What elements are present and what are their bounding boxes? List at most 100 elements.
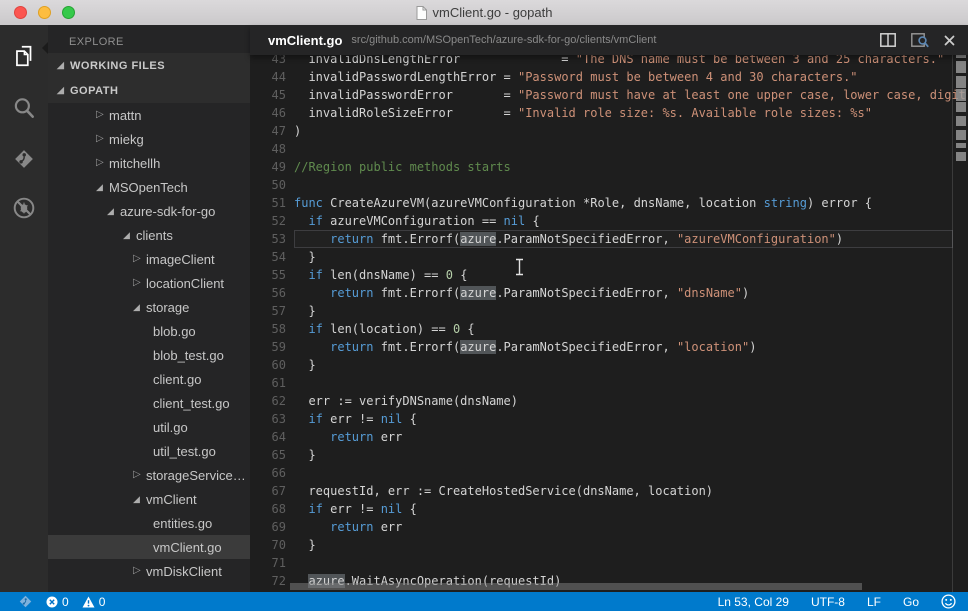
code-token: len(location) ==	[323, 322, 453, 336]
code-token: }	[294, 538, 316, 552]
code-line-56[interactable]: return fmt.Errorf(azure.ParamNotSpecifie…	[294, 284, 953, 302]
tree-item-label: vmClient	[146, 492, 197, 507]
eol-indicator[interactable]: LF	[867, 595, 881, 609]
tab-filename[interactable]: vmClient.go	[268, 33, 342, 48]
tree-item-client-test-go[interactable]: client_test.go	[48, 391, 250, 415]
overview-ruler[interactable]	[952, 55, 968, 592]
code-line-62[interactable]: err := verifyDNSname(dnsName)	[294, 392, 953, 410]
code-token: {	[402, 412, 416, 426]
code-line-64[interactable]: return err	[294, 428, 953, 446]
debug-icon[interactable]	[0, 188, 48, 228]
tree-item-storageservicecl[interactable]: ▷storageServiceCl…	[48, 463, 250, 487]
tree-item-entities-go[interactable]: entities.go	[48, 511, 250, 535]
code-token: }	[294, 358, 316, 372]
zoom-window-button[interactable]	[62, 6, 75, 19]
code-line-51[interactable]: func CreateAzureVM(azureVMConfiguration …	[294, 194, 953, 212]
tree-item-clients[interactable]: ◢clients	[48, 223, 250, 247]
tree-item-locationclient[interactable]: ▷locationClient	[48, 271, 250, 295]
git-branch-icon[interactable]	[18, 594, 33, 609]
minimize-window-button[interactable]	[38, 6, 51, 19]
tree-item-vmdiskclient[interactable]: ▷vmDiskClient	[48, 559, 250, 583]
tree-item-mattn[interactable]: ▷mattn	[48, 103, 250, 127]
document-icon	[416, 6, 427, 20]
tree-item-vmclient[interactable]: ◢vmClient	[48, 487, 250, 511]
horizontal-scrollbar-thumb[interactable]	[290, 583, 862, 590]
line-number: 54	[250, 248, 286, 266]
split-editor-icon[interactable]	[880, 33, 896, 47]
encoding-indicator[interactable]: UTF-8	[811, 595, 845, 609]
code-line-44[interactable]: invalidPasswordLengthError = "Password m…	[294, 68, 953, 86]
code-line-45[interactable]: invalidPasswordError = "Password must ha…	[294, 86, 953, 104]
code-token: "Password must have at least one upper c…	[518, 88, 968, 102]
line-number: 51	[250, 194, 286, 212]
code-token: 0	[446, 268, 453, 282]
expanded-twistie-icon: ◢	[57, 86, 70, 95]
feedback-smiley-icon[interactable]	[941, 594, 956, 609]
tree-item-storage[interactable]: ◢storage	[48, 295, 250, 319]
code-line-58[interactable]: if len(location) == 0 {	[294, 320, 953, 338]
code-line-69[interactable]: return err	[294, 518, 953, 536]
line-number: 64	[250, 428, 286, 446]
tree-item-imageclient[interactable]: ▷imageClient	[48, 247, 250, 271]
code-line-68[interactable]: if err != nil {	[294, 500, 953, 518]
editor-actions	[870, 33, 968, 48]
preview-icon[interactable]	[911, 33, 929, 48]
warning-count[interactable]: 0	[82, 595, 106, 609]
tree-item-blob-test-go[interactable]: blob_test.go	[48, 343, 250, 367]
code-line-61[interactable]	[294, 374, 953, 392]
language-mode[interactable]: Go	[903, 595, 919, 609]
code-line-50[interactable]	[294, 176, 953, 194]
collapsed-twistie-icon: ▷	[133, 470, 146, 480]
code-line-49[interactable]: //Region public methods starts	[294, 158, 953, 176]
code-line-55[interactable]: if len(dnsName) == 0 {	[294, 266, 953, 284]
code-line-71[interactable]	[294, 554, 953, 572]
code-token	[294, 214, 308, 228]
tree-item-core[interactable]: ◢core	[48, 583, 250, 592]
tree-item-client-go[interactable]: client.go	[48, 367, 250, 391]
code-token: }	[294, 448, 316, 462]
code-line-48[interactable]	[294, 140, 953, 158]
line-number: 67	[250, 482, 286, 500]
code-token: ) error {	[807, 196, 872, 210]
code-editor[interactable]: 4344454647484950515253545556575859606162…	[250, 55, 968, 592]
horizontal-scrollbar[interactable]	[250, 583, 953, 590]
tree-item-util-test-go[interactable]: util_test.go	[48, 439, 250, 463]
tree-item-mitchellh[interactable]: ▷mitchellh	[48, 151, 250, 175]
tree-item-msopentech[interactable]: ◢MSOpenTech	[48, 175, 250, 199]
tree-item-blob-go[interactable]: blob.go	[48, 319, 250, 343]
code-line-70[interactable]: }	[294, 536, 953, 554]
tree-item-label: vmDiskClient	[146, 564, 222, 579]
code-token: nil	[381, 502, 403, 516]
explorer-icon[interactable]	[0, 36, 48, 76]
code-line-66[interactable]	[294, 464, 953, 482]
code-line-67[interactable]: requestId, err := CreateHostedService(dn…	[294, 482, 953, 500]
code-line-63[interactable]: if err != nil {	[294, 410, 953, 428]
code-token: requestId, err := CreateHostedService(dn…	[294, 484, 713, 498]
line-number: 46	[250, 104, 286, 122]
tree-item-miekg[interactable]: ▷miekg	[48, 127, 250, 151]
code-line-59[interactable]: return fmt.Errorf(azure.ParamNotSpecifie…	[294, 338, 953, 356]
tree-item-azure-sdk-for-go[interactable]: ◢azure-sdk-for-go	[48, 199, 250, 223]
code-line-53[interactable]: return fmt.Errorf(azure.ParamNotSpecifie…	[294, 230, 953, 248]
code-line-60[interactable]: }	[294, 356, 953, 374]
git-icon[interactable]	[0, 139, 48, 179]
code-line-57[interactable]: }	[294, 302, 953, 320]
sidebar-section-gopath[interactable]: ◢GOPATH	[48, 78, 250, 103]
code-token: len(dnsName) ==	[323, 268, 446, 282]
error-count[interactable]: 0	[46, 595, 69, 609]
expanded-twistie-icon: ◢	[133, 303, 146, 312]
tree-item-util-go[interactable]: util.go	[48, 415, 250, 439]
close-icon[interactable]	[944, 35, 955, 46]
code-line-65[interactable]: }	[294, 446, 953, 464]
code-line-54[interactable]: }	[294, 248, 953, 266]
tree-item-vmclient-go[interactable]: vmClient.go	[48, 535, 250, 559]
code-line-43[interactable]: invalidDnsLengthError = "The DNS name mu…	[294, 55, 953, 68]
code-line-46[interactable]: invalidRoleSizeError = "Invalid role siz…	[294, 104, 953, 122]
close-window-button[interactable]	[14, 6, 27, 19]
search-icon[interactable]	[0, 88, 48, 128]
cursor-position[interactable]: Ln 53, Col 29	[718, 595, 789, 609]
collapsed-twistie-icon: ▷	[133, 566, 146, 576]
code-line-47[interactable]: )	[294, 122, 953, 140]
code-line-52[interactable]: if azureVMConfiguration == nil {	[294, 212, 953, 230]
sidebar-section-working-files[interactable]: ◢WORKING FILES	[48, 53, 250, 78]
